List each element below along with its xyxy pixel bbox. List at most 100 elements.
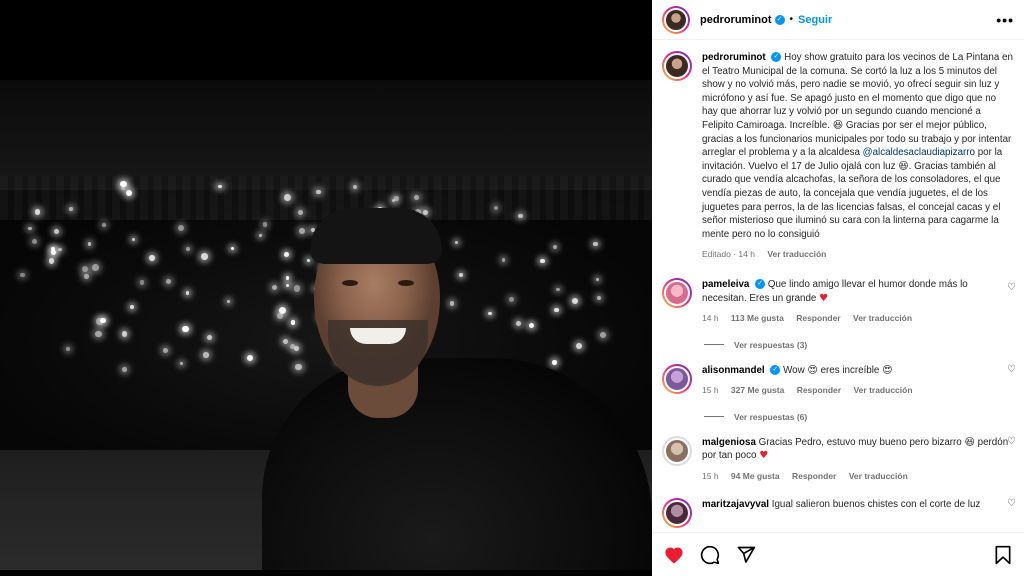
post-photo[interactable] bbox=[0, 0, 652, 576]
smile bbox=[350, 328, 406, 344]
phone-light bbox=[131, 237, 135, 241]
reply-button[interactable]: Responder bbox=[797, 385, 841, 395]
heart-outline-icon[interactable]: ♡ bbox=[1007, 436, 1016, 447]
right-eye bbox=[398, 280, 414, 286]
view-replies-label: Ver respuestas (6) bbox=[734, 411, 808, 422]
author-username[interactable]: pedroruminot bbox=[700, 14, 772, 26]
comment-item: alisonmandel ✓ Wow 😍 eres increíble 😍 15… bbox=[652, 350, 1024, 398]
author-avatar[interactable] bbox=[662, 5, 690, 34]
photo-image bbox=[0, 80, 652, 570]
comment-meta: 15 h 327 Me gusta Responder Ver traducci… bbox=[702, 384, 1014, 398]
caption-username[interactable]: pedroruminot bbox=[702, 52, 766, 63]
share-icon[interactable] bbox=[736, 545, 756, 565]
commenter-avatar[interactable] bbox=[662, 497, 692, 528]
heart-outline-icon[interactable]: ♡ bbox=[1007, 282, 1016, 293]
comment-text: Gracias Pedro, estuvo muy bueno pero biz… bbox=[758, 436, 965, 448]
phone-light bbox=[182, 325, 189, 333]
hair bbox=[310, 208, 442, 264]
phone-light bbox=[66, 347, 70, 351]
red-heart-emoji-icon: ♥ bbox=[759, 450, 769, 462]
comment-username[interactable]: pameleiva bbox=[702, 279, 749, 290]
reply-button[interactable]: Responder bbox=[792, 471, 836, 481]
left-eye bbox=[342, 280, 358, 286]
see-translation-link[interactable]: Ver traducción bbox=[849, 471, 908, 481]
phone-light bbox=[180, 361, 184, 365]
phone-light bbox=[87, 242, 92, 246]
view-replies-button[interactable]: Ver respuestas (3) bbox=[704, 340, 1024, 350]
comment-text: Wow bbox=[783, 364, 808, 376]
comment-time: 15 h bbox=[702, 471, 719, 482]
heart-outline-icon[interactable]: ♡ bbox=[1007, 364, 1016, 375]
heart-eyes-emoji-icon: 😍 bbox=[882, 364, 893, 376]
comment-username[interactable]: maritzajavyval bbox=[702, 499, 769, 510]
phone-light bbox=[352, 184, 357, 189]
laughing-emoji-icon: 😆 bbox=[832, 119, 844, 131]
heart-outline-icon[interactable]: ♡ bbox=[1007, 498, 1016, 509]
phone-light bbox=[140, 280, 145, 285]
view-replies-label: Ver respuestas (3) bbox=[734, 339, 808, 350]
phone-light bbox=[54, 228, 60, 234]
comment-time: 14 h bbox=[702, 313, 719, 324]
comment-text: Igual salieron buenos chistes con el cor… bbox=[771, 498, 981, 510]
phone-light bbox=[149, 254, 155, 261]
edited-time: Editado · 14 h bbox=[702, 249, 755, 260]
red-heart-emoji-icon: ♥ bbox=[819, 292, 829, 304]
post-panel: pedroruminot ✓ • Seguir ••• pedroruminot… bbox=[652, 0, 1024, 576]
post-header: pedroruminot ✓ • Seguir ••• bbox=[652, 0, 1024, 40]
phone-light bbox=[163, 347, 169, 353]
laughing-emoji-icon: 😆 bbox=[964, 436, 975, 448]
more-options-icon[interactable]: ••• bbox=[996, 12, 1014, 28]
phone-light bbox=[121, 187, 125, 191]
phone-light bbox=[84, 274, 89, 279]
comment-time: 15 h bbox=[702, 385, 719, 396]
comment-icon[interactable] bbox=[700, 545, 720, 565]
comment-likes[interactable]: 327 Me gusta bbox=[731, 385, 784, 395]
comment-meta: 14 h 113 Me gusta Responder Ver traducci… bbox=[702, 312, 1014, 326]
follow-button[interactable]: Seguir bbox=[798, 14, 832, 26]
commenter-avatar[interactable] bbox=[662, 277, 692, 308]
verified-badge-icon: ✓ bbox=[771, 52, 782, 63]
phone-light bbox=[120, 180, 127, 187]
phone-light bbox=[316, 189, 321, 194]
verified-badge-icon: ✓ bbox=[755, 279, 766, 290]
separator-dot: • bbox=[789, 14, 794, 25]
phone-light bbox=[246, 355, 253, 362]
heart-eyes-emoji-icon: 😍 bbox=[807, 364, 818, 376]
phone-light bbox=[100, 317, 106, 323]
see-translation-link[interactable]: Ver traducción bbox=[853, 385, 912, 395]
action-bar bbox=[652, 532, 1024, 576]
caption-avatar[interactable] bbox=[662, 51, 692, 81]
phone-light bbox=[185, 291, 190, 295]
bookmark-icon[interactable] bbox=[994, 545, 1012, 565]
comment-text-2: eres increíble bbox=[817, 364, 883, 376]
heart-icon[interactable] bbox=[664, 546, 684, 564]
see-translation-link[interactable]: Ver traducción bbox=[853, 313, 912, 323]
phone-light bbox=[28, 226, 32, 231]
verified-badge-icon: ✓ bbox=[770, 365, 781, 376]
view-replies-button[interactable]: Ver respuestas (6) bbox=[704, 412, 1024, 422]
phone-light bbox=[200, 253, 208, 260]
phone-light bbox=[95, 330, 102, 338]
caption: pedroruminot ✓ Hoy show gratuito para lo… bbox=[652, 41, 1024, 262]
see-translation-link[interactable]: Ver traducción bbox=[767, 249, 826, 259]
caption-text-4: . Gracias también al curado que vendía a… bbox=[702, 160, 1001, 240]
phone-light bbox=[394, 196, 399, 202]
verified-badge-icon: ✓ bbox=[774, 14, 785, 25]
comments-scroll[interactable]: pedroruminot ✓ Hoy show gratuito para lo… bbox=[652, 41, 1024, 532]
phone-light bbox=[203, 352, 209, 358]
comment-username[interactable]: alisonmandel bbox=[702, 365, 765, 376]
laughing-emoji-icon: 😆 bbox=[898, 160, 909, 172]
comment-username[interactable]: malgeniosa bbox=[702, 437, 756, 448]
commenter-avatar[interactable] bbox=[662, 435, 692, 466]
phone-light bbox=[122, 331, 128, 337]
mention-link[interactable]: @alcaldesaclaudiapizarro bbox=[863, 147, 975, 158]
commenter-avatar[interactable] bbox=[662, 363, 692, 394]
comment-likes[interactable]: 113 Me gusta bbox=[731, 313, 784, 323]
theater-ceiling bbox=[0, 80, 652, 190]
reply-button[interactable]: Responder bbox=[796, 313, 840, 323]
phone-light bbox=[69, 207, 73, 211]
comment-item: maritzajavyval Igual salieron buenos chi… bbox=[652, 484, 1024, 528]
caption-meta: Editado · 14 h Ver traducción bbox=[702, 248, 1014, 262]
comment-likes[interactable]: 94 Me gusta bbox=[731, 471, 780, 481]
jacket bbox=[262, 358, 652, 570]
